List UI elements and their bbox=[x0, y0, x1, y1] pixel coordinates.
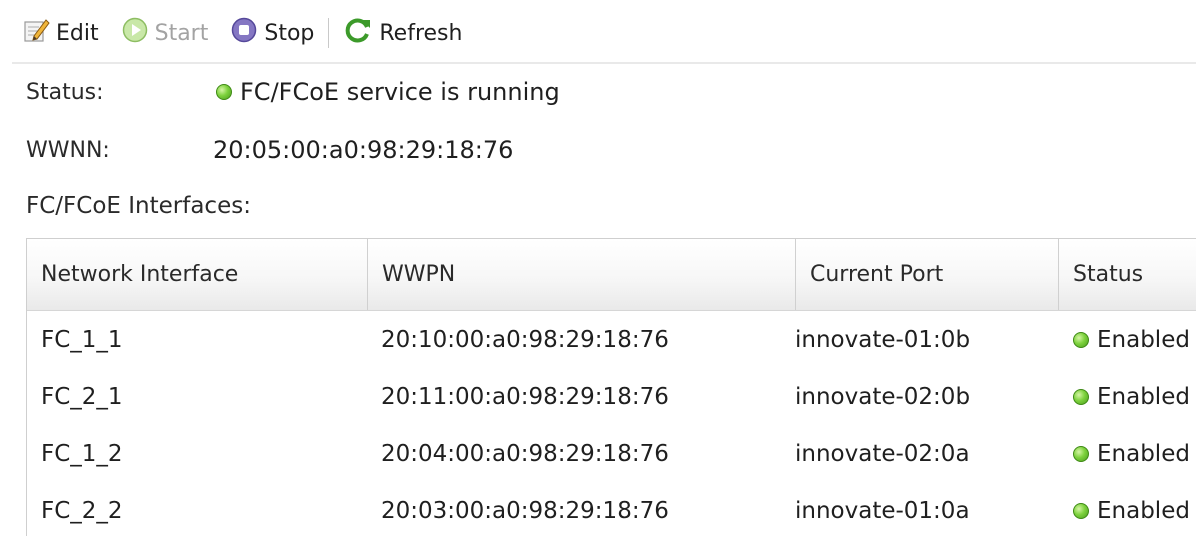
cell-current-port: innovate-02:0a bbox=[795, 440, 970, 467]
cell-status-text: Enabled bbox=[1097, 326, 1190, 353]
start-icon bbox=[121, 16, 149, 50]
column-header-current-port[interactable]: Current Port bbox=[795, 239, 1058, 310]
table-row[interactable]: FC_1_1 20:10:00:a0:98:29:18:76 innovate-… bbox=[27, 311, 1196, 368]
cell-status: Enabled bbox=[1073, 425, 1196, 482]
cell-network-interface: FC_2_1 bbox=[41, 383, 123, 410]
cell-network-interface: FC_1_2 bbox=[41, 440, 123, 467]
stop-icon bbox=[230, 16, 258, 50]
edit-button[interactable]: Edit bbox=[22, 16, 99, 50]
cell-current-port: innovate-01:0a bbox=[795, 497, 970, 524]
status-value-text: FC/FCoE service is running bbox=[240, 78, 560, 106]
start-button-label: Start bbox=[154, 20, 209, 46]
status-label: Status: bbox=[26, 80, 104, 105]
table-row[interactable]: FC_1_2 20:04:00:a0:98:29:18:76 innovate-… bbox=[27, 425, 1196, 482]
toolbar: Edit Start Stop Refresh bbox=[0, 0, 1196, 66]
cell-network-interface: FC_1_1 bbox=[41, 326, 123, 353]
table-row[interactable]: FC_2_2 20:03:00:a0:98:29:18:76 innovate-… bbox=[27, 482, 1196, 539]
column-header-network-interface[interactable]: Network Interface bbox=[27, 239, 367, 310]
table-row[interactable]: FC_2_1 20:11:00:a0:98:29:18:76 innovate-… bbox=[27, 368, 1196, 425]
column-header-wwpn[interactable]: WWPN bbox=[367, 239, 795, 310]
status-ok-icon bbox=[1073, 331, 1089, 348]
refresh-icon bbox=[343, 15, 373, 51]
start-button[interactable]: Start bbox=[121, 16, 209, 50]
interfaces-table: Network Interface WWPN Current Port Stat… bbox=[26, 238, 1196, 536]
cell-status: Enabled bbox=[1073, 368, 1196, 425]
cell-wwpn: 20:03:00:a0:98:29:18:76 bbox=[381, 497, 669, 524]
stop-button[interactable]: Stop bbox=[230, 16, 314, 50]
cell-status: Enabled bbox=[1073, 482, 1196, 539]
refresh-button[interactable]: Refresh bbox=[343, 15, 462, 51]
cell-current-port: innovate-02:0b bbox=[795, 383, 971, 410]
column-header-status[interactable]: Status bbox=[1058, 239, 1196, 310]
edit-button-label: Edit bbox=[56, 20, 99, 46]
wwnn-value: 20:05:00:a0:98:29:18:76 bbox=[213, 136, 514, 164]
cell-status: Enabled bbox=[1073, 311, 1196, 368]
status-value: FC/FCoE service is running bbox=[216, 78, 560, 106]
cell-status-text: Enabled bbox=[1097, 383, 1190, 410]
cell-wwpn: 20:10:00:a0:98:29:18:76 bbox=[381, 326, 669, 353]
stop-button-label: Stop bbox=[264, 20, 315, 46]
toolbar-separator bbox=[328, 18, 330, 48]
cell-current-port: innovate-01:0b bbox=[795, 326, 971, 353]
cell-wwpn: 20:04:00:a0:98:29:18:76 bbox=[381, 440, 669, 467]
cell-status-text: Enabled bbox=[1097, 497, 1190, 524]
table-header: Network Interface WWPN Current Port Stat… bbox=[27, 239, 1196, 311]
status-ok-icon bbox=[1073, 388, 1089, 405]
edit-icon bbox=[22, 16, 50, 50]
refresh-button-label: Refresh bbox=[379, 20, 463, 46]
status-ok-icon bbox=[1073, 445, 1089, 462]
toolbar-buttons: Edit Start Stop Refresh bbox=[22, 14, 484, 52]
interfaces-heading: FC/FCoE Interfaces: bbox=[26, 193, 251, 219]
toolbar-divider bbox=[12, 62, 1196, 64]
status-ok-icon bbox=[216, 84, 232, 100]
status-ok-icon bbox=[1073, 502, 1089, 519]
cell-wwpn: 20:11:00:a0:98:29:18:76 bbox=[381, 383, 669, 410]
cell-network-interface: FC_2_2 bbox=[41, 497, 123, 524]
wwnn-label: WWNN: bbox=[26, 138, 110, 163]
cell-status-text: Enabled bbox=[1097, 440, 1190, 467]
